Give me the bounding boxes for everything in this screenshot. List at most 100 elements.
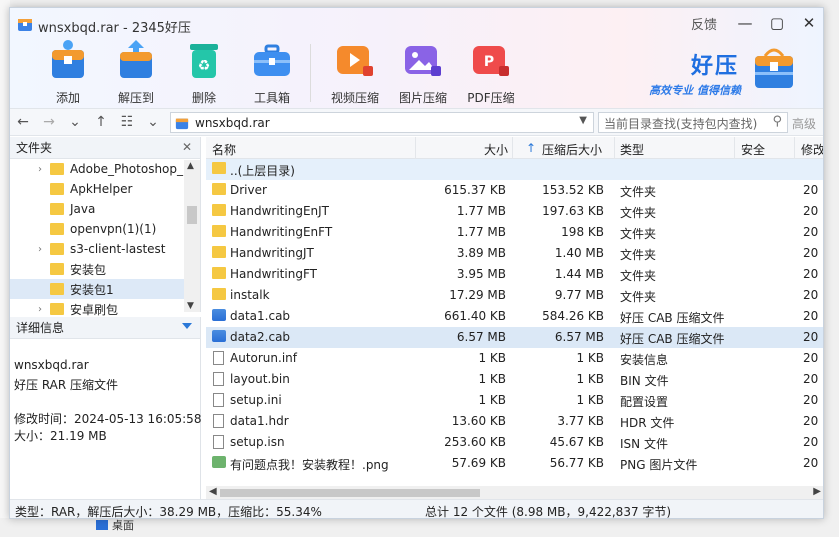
cell-size: 1 KB bbox=[478, 372, 506, 386]
folder-icon bbox=[212, 246, 226, 258]
table-row[interactable]: 有问题点我！安装教程！.png 57.69 KB 56.77 KB PNG 图片文件 2… bbox=[206, 453, 823, 474]
desktop-icon bbox=[96, 520, 108, 530]
extract-to-button[interactable]: 解压到 bbox=[102, 38, 170, 106]
history-dropdown-icon[interactable]: ⌄ bbox=[62, 114, 88, 130]
scrollbar-thumb[interactable] bbox=[187, 206, 197, 224]
search-icon[interactable]: ⚲ bbox=[772, 114, 782, 129]
file-list-header: 名称 大小 ↑ 压缩后大小 类型 安全 修改 bbox=[206, 137, 823, 159]
column-packed-size[interactable]: 压缩后大小 bbox=[542, 141, 602, 158]
expand-arrow-icon[interactable]: › bbox=[34, 304, 46, 315]
scroll-right-icon[interactable]: ▶ bbox=[813, 486, 821, 497]
file-list: 名称 大小 ↑ 压缩后大小 类型 安全 修改 ..(上层目录) Driver 615… bbox=[206, 137, 823, 499]
cell-name: HandwritingEnJT bbox=[230, 204, 329, 218]
table-row[interactable]: data1.cab 661.40 KB 584.26 KB 好压 CAB 压缩文件 20 bbox=[206, 306, 823, 327]
scroll-up-icon[interactable]: ▲ bbox=[187, 161, 194, 171]
path-dropdown-icon[interactable]: ▼ bbox=[579, 115, 587, 126]
file-list-hscrollbar[interactable]: ◀ ▶ bbox=[206, 486, 823, 499]
folder-tree-item[interactable]: 安装包1 bbox=[10, 279, 200, 299]
cell-name: layout.bin bbox=[230, 372, 290, 386]
cell-type: 文件夹 bbox=[620, 206, 657, 220]
cell-packed-size: 9.77 MB bbox=[554, 288, 604, 302]
forward-icon[interactable]: → bbox=[36, 114, 62, 130]
cell-modified: 20 bbox=[803, 267, 819, 281]
column-size[interactable]: 大小 bbox=[484, 141, 508, 158]
feedback-button[interactable]: 反馈 bbox=[691, 14, 717, 33]
cell-name: Driver bbox=[230, 183, 267, 197]
folder-tree-item[interactable]: › 安卓刷包 bbox=[10, 299, 200, 319]
table-row[interactable]: Driver 615.37 KB 153.52 KB 文件夹 20 bbox=[206, 180, 823, 201]
search-input[interactable]: 当前目录查找(支持包内查找) ⚲ bbox=[598, 112, 788, 133]
file-icon bbox=[213, 414, 224, 428]
advanced-search-button[interactable]: 高级 bbox=[792, 115, 816, 132]
view-dropdown-icon[interactable]: ⌄ bbox=[140, 114, 166, 130]
cell-size: 1 KB bbox=[478, 351, 506, 365]
table-row[interactable]: HandwritingEnJT 1.77 MB 197.63 KB 文件夹 20 bbox=[206, 201, 823, 222]
collapse-icon[interactable] bbox=[182, 323, 192, 329]
table-row[interactable]: instalk 17.29 MB 9.77 MB 文件夹 20 bbox=[206, 285, 823, 306]
folders-pane: 文件夹 ✕ › Adobe_Photoshop_ ApkHelper Java open… bbox=[10, 137, 201, 317]
toolbox-button[interactable]: 工具箱 bbox=[238, 38, 306, 106]
column-name[interactable]: 名称 bbox=[212, 141, 236, 158]
table-row[interactable]: layout.bin 1 KB 1 KB BIN 文件 20 bbox=[206, 369, 823, 390]
close-button[interactable]: ✕ bbox=[793, 12, 823, 34]
delete-button[interactable]: ♻ 删除 bbox=[170, 38, 238, 106]
folder-tree-item[interactable]: › Adobe_Photoshop_ bbox=[10, 159, 200, 179]
table-row[interactable]: Autorun.inf 1 KB 1 KB 安装信息 20 bbox=[206, 348, 823, 369]
table-row[interactable]: setup.ini 1 KB 1 KB 配置设置 20 bbox=[206, 390, 823, 411]
table-row[interactable]: HandwritingEnFT 1.77 MB 198 KB 文件夹 20 bbox=[206, 222, 823, 243]
brand-area: 好压 高效专业 值得信赖 bbox=[649, 48, 799, 98]
add-button[interactable]: 添加 bbox=[34, 38, 102, 106]
table-row[interactable]: data1.hdr 13.60 KB 3.77 KB HDR 文件 20 bbox=[206, 411, 823, 432]
folder-icon bbox=[212, 162, 226, 174]
back-icon[interactable]: ← bbox=[10, 114, 36, 130]
column-type[interactable]: 类型 bbox=[620, 141, 644, 158]
expand-arrow-icon[interactable]: › bbox=[34, 164, 46, 175]
cell-type: 好压 CAB 压缩文件 bbox=[620, 332, 725, 346]
address-bar: ← → ⌄ ↑ ☷ ⌄ wnsxbqd.rar ▼ 当前目录查找(支持包内查找)… bbox=[10, 108, 823, 136]
path-field[interactable]: wnsxbqd.rar ▼ bbox=[170, 112, 594, 133]
cell-packed-size: 197.63 KB bbox=[542, 204, 604, 218]
cell-type: BIN 文件 bbox=[620, 374, 669, 388]
folder-tree-item[interactable]: 安装包 bbox=[10, 259, 200, 279]
video-compress-button[interactable]: 视频压缩 bbox=[321, 38, 389, 106]
cell-modified: 20 bbox=[803, 393, 819, 407]
cell-modified: 20 bbox=[803, 414, 819, 428]
cell-packed-size: 1 KB bbox=[576, 351, 604, 365]
cell-packed-size: 3.77 KB bbox=[557, 414, 604, 428]
pdf-compress-button[interactable]: P PDF压缩 bbox=[457, 38, 525, 106]
table-row[interactable]: HandwritingJT 3.89 MB 1.40 MB 文件夹 20 bbox=[206, 243, 823, 264]
scroll-left-icon[interactable]: ◀ bbox=[209, 486, 217, 497]
folder-tree-item[interactable]: openvpn(1)(1) bbox=[10, 219, 200, 239]
column-security[interactable]: 安全 bbox=[741, 141, 765, 158]
extract-to-label: 解压到 bbox=[117, 91, 154, 105]
table-row[interactable]: ..(上层目录) bbox=[206, 159, 823, 180]
folder-tree-scrollbar[interactable]: ▲ ▼ bbox=[184, 160, 200, 312]
image-compress-button[interactable]: 图片压缩 bbox=[389, 38, 457, 106]
cell-size: 253.60 KB bbox=[444, 435, 506, 449]
hscrollbar-thumb[interactable] bbox=[220, 489, 480, 497]
column-modified[interactable]: 修改 bbox=[801, 141, 823, 158]
folder-tree-item[interactable]: › s3-client-lastest bbox=[10, 239, 200, 259]
up-icon[interactable]: ↑ bbox=[88, 114, 114, 130]
cell-type: 文件夹 bbox=[620, 185, 657, 199]
cab-archive-icon bbox=[212, 330, 226, 342]
folders-pane-header: 文件夹 ✕ bbox=[10, 137, 200, 159]
folder-tree-item[interactable]: Java bbox=[10, 199, 200, 219]
table-row[interactable]: data2.cab 6.57 MB 6.57 MB 好压 CAB 压缩文件 20 bbox=[206, 327, 823, 348]
expand-arrow-icon[interactable]: › bbox=[34, 244, 46, 255]
details-pane-header[interactable]: 详细信息 bbox=[10, 317, 200, 339]
pdf-icon: P bbox=[473, 46, 509, 76]
view-mode-icon[interactable]: ☷ bbox=[114, 114, 140, 130]
folder-tree-item[interactable]: ApkHelper bbox=[10, 179, 200, 199]
close-folders-pane-icon[interactable]: ✕ bbox=[182, 140, 192, 154]
cell-modified: 20 bbox=[803, 204, 819, 218]
cell-packed-size: 584.26 KB bbox=[542, 309, 604, 323]
scroll-down-icon[interactable]: ▼ bbox=[187, 301, 194, 311]
minimize-button[interactable]: — bbox=[729, 12, 761, 34]
cell-modified: 20 bbox=[803, 288, 819, 302]
folder-icon bbox=[50, 303, 64, 315]
maximize-button[interactable]: ▢ bbox=[761, 12, 793, 34]
table-row[interactable]: setup.isn 253.60 KB 45.67 KB ISN 文件 20 bbox=[206, 432, 823, 453]
table-row[interactable]: HandwritingFT 3.95 MB 1.44 MB 文件夹 20 bbox=[206, 264, 823, 285]
cell-modified: 20 bbox=[803, 351, 819, 365]
